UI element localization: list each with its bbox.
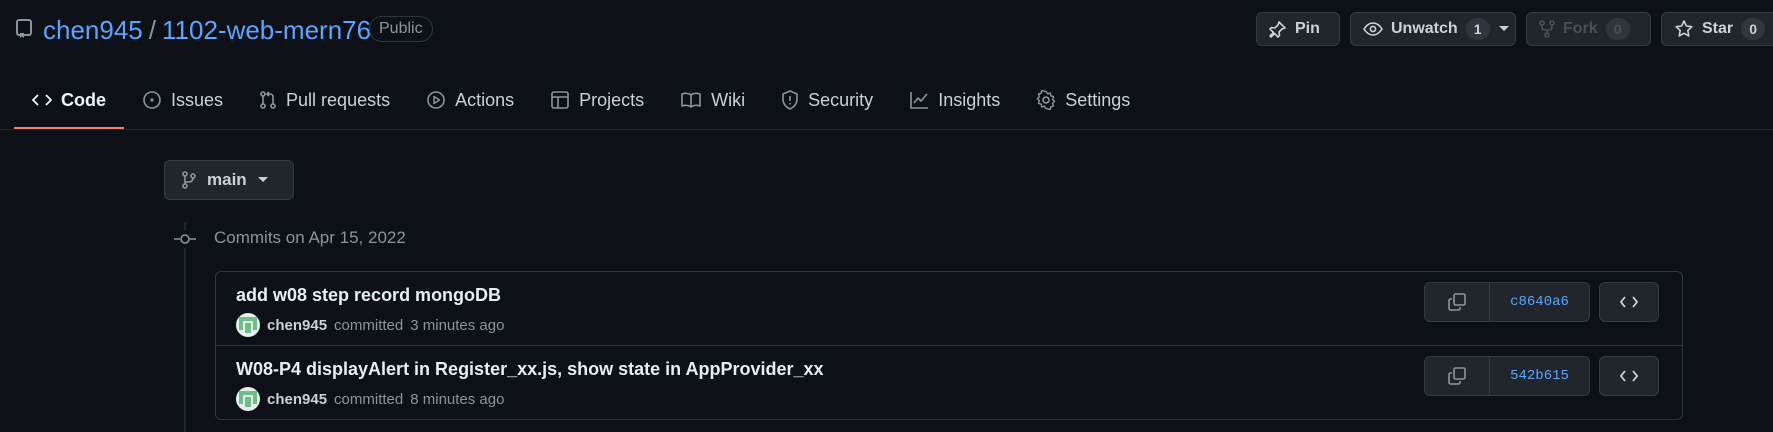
commit-meta: chen945 committed 3 minutes ago: [236, 313, 504, 337]
commit-action: committed: [334, 390, 404, 408]
branch-icon: [181, 170, 197, 190]
tab-label: Issues: [171, 89, 224, 110]
browse-repo-button[interactable]: [1599, 356, 1659, 396]
copy-sha-button[interactable]: [1425, 357, 1490, 395]
fork-icon: [1539, 20, 1555, 38]
tab-projects[interactable]: Projects: [532, 74, 662, 126]
watch-count: 1: [1465, 18, 1490, 40]
git-commit-icon: [174, 230, 196, 248]
commit-message-link[interactable]: W08-P4 displayAlert in Register_xx.js, s…: [236, 359, 824, 380]
tab-label: Code: [61, 89, 106, 110]
tab-code[interactable]: Code: [14, 74, 124, 129]
commit-list: add w08 step record mongoDB chen945 comm…: [215, 271, 1683, 420]
timeline-line: [184, 222, 186, 432]
commit-time: 8 minutes ago: [410, 390, 505, 408]
eye-icon: [1363, 21, 1383, 37]
pull-request-icon: [259, 90, 277, 110]
tab-label: Projects: [579, 89, 645, 110]
commit-message-link[interactable]: add w08 step record mongoDB: [236, 285, 501, 306]
repo-path-separator: /: [148, 15, 156, 45]
gear-icon: [1036, 90, 1056, 110]
avatar[interactable]: [236, 313, 260, 337]
table-icon: [550, 90, 570, 110]
repo-icon: [15, 19, 33, 39]
tab-label: Insights: [938, 89, 1001, 110]
commit-sha-link[interactable]: 542b615: [1490, 357, 1589, 395]
copy-icon: [1448, 293, 1466, 311]
repo-owner-link[interactable]: chen945: [43, 15, 143, 45]
tab-pull-requests[interactable]: Pull requests: [241, 74, 408, 126]
repo-title: chen945/1102-web-mern76: [43, 14, 371, 46]
star-label: Star: [1702, 20, 1734, 37]
tab-security[interactable]: Security: [763, 74, 891, 126]
book-icon: [680, 91, 702, 109]
play-icon: [426, 90, 446, 110]
tab-insights[interactable]: Insights: [891, 74, 1018, 126]
code-icon: [1620, 296, 1638, 308]
tab-settings[interactable]: Settings: [1018, 74, 1148, 126]
fork-label: Fork: [1563, 20, 1598, 37]
chevron-down-icon: [257, 176, 269, 184]
tab-label: Settings: [1065, 89, 1131, 110]
code-icon: [1620, 370, 1638, 382]
visibility-badge: Public: [369, 16, 433, 42]
fork-button[interactable]: Fork 0: [1526, 12, 1651, 46]
pin-icon: [1269, 20, 1287, 38]
issue-icon: [142, 90, 162, 110]
shield-icon: [781, 90, 799, 110]
star-count: 0: [1741, 18, 1766, 40]
graph-icon: [909, 91, 929, 109]
tab-label: Wiki: [711, 89, 746, 110]
commit-meta: chen945 committed 8 minutes ago: [236, 387, 504, 411]
avatar[interactable]: [236, 387, 260, 411]
tab-issues[interactable]: Issues: [124, 74, 241, 126]
star-button[interactable]: Star 0: [1661, 12, 1773, 46]
star-icon: [1674, 19, 1694, 39]
commit-author-link[interactable]: chen945: [267, 317, 327, 334]
commit-action: committed: [334, 316, 404, 334]
repo-header: chen945/1102-web-mern76 Public Pin Unwat…: [0, 0, 1773, 130]
list-item: W08-P4 displayAlert in Register_xx.js, s…: [216, 345, 1682, 419]
tab-label: Actions: [455, 89, 515, 110]
tab-label: Pull requests: [286, 89, 391, 110]
commits-date-heading: Commits on Apr 15, 2022: [214, 228, 406, 247]
unwatch-label: Unwatch: [1391, 20, 1458, 37]
branch-select-button[interactable]: main: [164, 160, 294, 200]
commit-sha-link[interactable]: c8640a6: [1490, 283, 1589, 321]
browse-repo-button[interactable]: [1599, 282, 1659, 322]
commit-sha-group: c8640a6: [1424, 282, 1590, 322]
commit-sha-group: 542b615: [1424, 356, 1590, 396]
copy-sha-button[interactable]: [1425, 283, 1490, 321]
repo-nav-tabs: Code Issues Pull requests Actions Projec…: [14, 74, 1148, 130]
header-divider: [0, 129, 1773, 130]
tab-actions[interactable]: Actions: [408, 74, 532, 126]
chevron-down-icon: [1498, 25, 1510, 33]
repo-name-link[interactable]: 1102-web-mern76: [162, 15, 371, 45]
list-item: add w08 step record mongoDB chen945 comm…: [216, 272, 1682, 345]
copy-icon: [1448, 367, 1466, 385]
tab-label: Security: [808, 89, 874, 110]
branch-name: main: [207, 170, 247, 189]
commit-time: 3 minutes ago: [410, 316, 505, 334]
unwatch-button[interactable]: Unwatch 1: [1350, 12, 1516, 46]
code-icon: [32, 93, 52, 107]
fork-count: 0: [1605, 18, 1630, 40]
tab-wiki[interactable]: Wiki: [662, 74, 763, 126]
pin-button[interactable]: Pin: [1256, 12, 1340, 46]
pin-label: Pin: [1295, 20, 1320, 37]
commit-author-link[interactable]: chen945: [267, 391, 327, 408]
